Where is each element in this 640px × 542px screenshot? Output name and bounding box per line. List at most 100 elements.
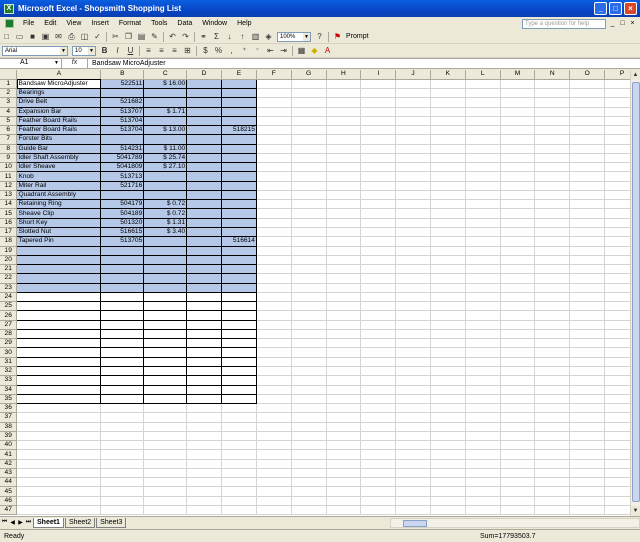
cell-h25[interactable] <box>326 301 362 312</box>
cell-i3[interactable] <box>360 97 397 108</box>
cell-j16[interactable] <box>395 218 431 229</box>
cell-c13[interactable] <box>143 190 188 201</box>
tab-sheet3[interactable]: Sheet3 <box>96 517 127 528</box>
cell-i36[interactable] <box>360 403 397 414</box>
cell-g11[interactable] <box>291 171 327 182</box>
cell-o39[interactable] <box>569 431 606 442</box>
spelling-icon[interactable]: ✓ <box>92 31 103 42</box>
cell-d23[interactable] <box>186 283 222 293</box>
cell-a27[interactable] <box>16 320 102 330</box>
cell-n2[interactable] <box>534 88 571 99</box>
cell-o9[interactable] <box>569 153 606 164</box>
row-header[interactable]: 30 <box>0 347 18 358</box>
cell-c18[interactable] <box>143 236 188 247</box>
cell-i10[interactable] <box>360 162 397 173</box>
cell-o42[interactable] <box>569 459 606 469</box>
cell-g29[interactable] <box>291 338 327 349</box>
cell-c45[interactable] <box>143 486 188 497</box>
cell-i20[interactable] <box>360 255 397 266</box>
cell-g26[interactable] <box>291 310 327 321</box>
cell-e25[interactable] <box>221 301 257 312</box>
insert-function-icon[interactable]: fx <box>62 58 88 69</box>
row-header[interactable]: 28 <box>0 329 18 340</box>
cell-l45[interactable] <box>465 486 501 497</box>
cell-o36[interactable] <box>569 403 606 414</box>
cell-b47[interactable] <box>100 505 145 516</box>
cell-j32[interactable] <box>395 366 431 377</box>
cell-c22[interactable] <box>143 273 188 284</box>
cell-k1[interactable] <box>430 79 466 90</box>
cell-j3[interactable] <box>395 97 431 108</box>
cell-o23[interactable] <box>569 283 606 293</box>
decrease-indent-icon[interactable]: ⇤ <box>265 45 276 56</box>
cell-d12[interactable] <box>186 181 222 191</box>
cell-j33[interactable] <box>395 375 431 386</box>
cell-f33[interactable] <box>256 375 292 386</box>
row-header[interactable]: 15 <box>0 208 18 219</box>
select-all-corner[interactable] <box>0 70 18 80</box>
column-header-a[interactable]: A <box>16 70 102 80</box>
cell-f15[interactable] <box>256 208 292 219</box>
cell-e8[interactable] <box>221 144 257 154</box>
cell-f3[interactable] <box>256 97 292 108</box>
row-header[interactable]: 1 <box>0 79 18 90</box>
cell-a17[interactable]: Slotted Nut <box>16 227 102 238</box>
cell-c15[interactable]: $ 0.72 <box>143 208 188 219</box>
cell-h45[interactable] <box>326 486 362 497</box>
cell-l32[interactable] <box>465 366 501 377</box>
row-header[interactable]: 33 <box>0 375 18 386</box>
cell-k46[interactable] <box>430 496 466 506</box>
cell-g9[interactable] <box>291 153 327 164</box>
cell-c42[interactable] <box>143 459 188 469</box>
cell-m8[interactable] <box>500 144 536 154</box>
cell-i40[interactable] <box>360 440 397 451</box>
maximize-button[interactable]: □ <box>609 2 622 15</box>
row-header[interactable]: 44 <box>0 477 18 488</box>
cell-h40[interactable] <box>326 440 362 451</box>
cell-n25[interactable] <box>534 301 571 312</box>
cell-e20[interactable] <box>221 255 257 266</box>
align-left-icon[interactable]: ≡ <box>143 45 154 56</box>
cell-b20[interactable] <box>100 255 145 266</box>
cell-d15[interactable] <box>186 208 222 219</box>
cell-j8[interactable] <box>395 144 431 154</box>
cell-m43[interactable] <box>500 468 536 479</box>
cell-i44[interactable] <box>360 477 397 488</box>
cell-b23[interactable] <box>100 283 145 293</box>
cell-a43[interactable] <box>16 468 102 479</box>
cell-h18[interactable] <box>326 236 362 247</box>
cell-h12[interactable] <box>326 181 362 191</box>
cell-n42[interactable] <box>534 459 571 469</box>
cell-o24[interactable] <box>569 292 606 303</box>
cell-k44[interactable] <box>430 477 466 488</box>
cell-g3[interactable] <box>291 97 327 108</box>
cell-f22[interactable] <box>256 273 292 284</box>
row-header[interactable]: 19 <box>0 246 18 256</box>
cell-k38[interactable] <box>430 422 466 432</box>
cell-o34[interactable] <box>569 385 606 395</box>
cell-g47[interactable] <box>291 505 327 516</box>
cell-i11[interactable] <box>360 171 397 182</box>
cell-e43[interactable] <box>221 468 257 479</box>
cell-f36[interactable] <box>256 403 292 414</box>
cell-i35[interactable] <box>360 394 397 405</box>
cell-i33[interactable] <box>360 375 397 386</box>
cell-m39[interactable] <box>500 431 536 442</box>
menu-file[interactable]: File <box>18 20 39 27</box>
cell-d2[interactable] <box>186 88 222 99</box>
cell-e38[interactable] <box>221 422 257 432</box>
row-header[interactable]: 27 <box>0 320 18 330</box>
cell-o37[interactable] <box>569 412 606 423</box>
cell-j19[interactable] <box>395 246 431 256</box>
cell-f13[interactable] <box>256 190 292 201</box>
cell-e33[interactable] <box>221 375 257 386</box>
cell-a28[interactable] <box>16 329 102 340</box>
cell-b8[interactable]: 514231 <box>100 144 145 154</box>
column-header-f[interactable]: F <box>256 70 292 80</box>
tab-sheet2[interactable]: Sheet2 <box>64 517 96 528</box>
horizontal-scroll-thumb[interactable] <box>403 519 427 527</box>
cell-n28[interactable] <box>534 329 571 340</box>
permission-icon[interactable]: ▣ <box>40 31 51 42</box>
cell-f45[interactable] <box>256 486 292 497</box>
cell-c34[interactable] <box>143 385 188 395</box>
